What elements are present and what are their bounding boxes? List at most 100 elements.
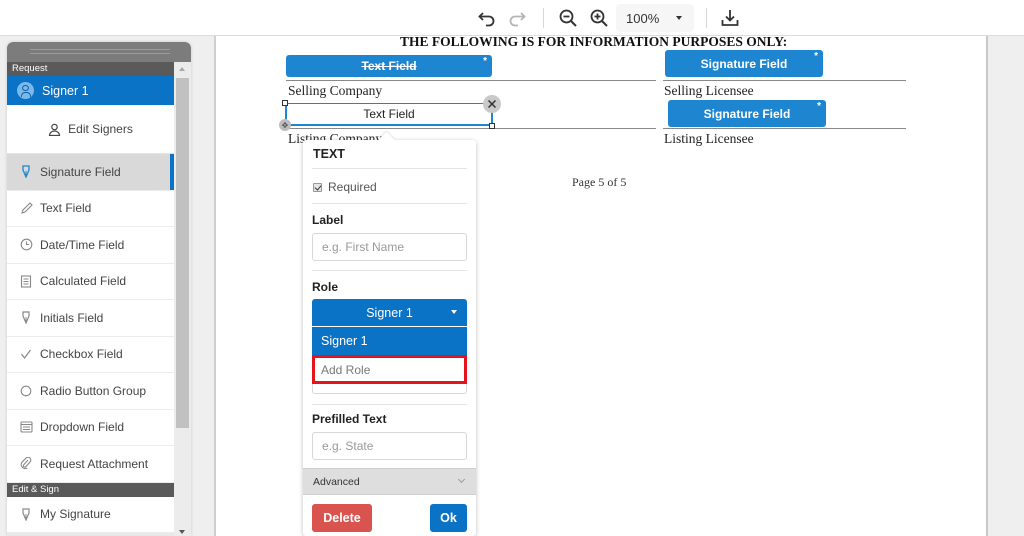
check-icon: [19, 347, 33, 361]
role-option-add-role[interactable]: Add Role: [312, 355, 467, 384]
move-icon: ✥: [281, 120, 289, 130]
sidebar: Request Signer 1 Edit Signers Signature …: [7, 42, 191, 536]
signature-field-placeholder[interactable]: Signature Field *: [665, 50, 823, 77]
sidebar-item-checkbox-field[interactable]: Checkbox Field: [7, 336, 174, 373]
download-button[interactable]: [718, 6, 742, 30]
selected-text-field[interactable]: Text Field: [285, 103, 493, 126]
zoom-in-icon: [590, 9, 608, 27]
listing-licensee-label: Listing Licensee: [664, 131, 754, 146]
required-mark: *: [817, 101, 821, 112]
page-indicator: Page 5 of 5: [572, 175, 627, 189]
signature-field-label: Signature Field: [700, 56, 788, 71]
required-mark: *: [814, 51, 818, 62]
signer-selector[interactable]: Signer 1: [7, 76, 174, 105]
role-select[interactable]: Signer 1: [312, 299, 467, 326]
zoom-in-button[interactable]: [587, 6, 611, 30]
sidebar-item-date-time-field[interactable]: Date/Time Field: [7, 227, 174, 264]
divider: [312, 270, 467, 271]
sidebar-item-label: Text Field: [40, 201, 92, 216]
pen-nib-icon: [19, 507, 33, 521]
toolbar-divider: [543, 8, 544, 28]
sidebar-item-calculated-field[interactable]: Calculated Field: [7, 263, 174, 300]
selected-text-field-label: Text Field: [363, 107, 415, 121]
resize-handle-bottom-right[interactable]: [489, 123, 495, 129]
zoom-out-icon: [559, 9, 577, 27]
edit-signers-label: Edit Signers: [68, 122, 133, 136]
sidebar-item-initials-field[interactable]: Initials Field: [7, 300, 174, 337]
selling-company-label: Selling Company: [288, 83, 383, 98]
required-checkbox[interactable]: Required: [313, 180, 377, 194]
role-selected-value: Signer 1: [366, 305, 413, 320]
sidebar-item-label: Checkbox Field: [40, 347, 123, 362]
undo-icon: [478, 12, 495, 27]
section-edit-sign: Edit & Sign: [7, 482, 174, 497]
delete-button[interactable]: Delete: [312, 504, 372, 532]
document-heading: THE FOLLOWING IS FOR INFORMATION PURPOSE…: [400, 34, 788, 49]
advanced-label: Advanced: [313, 475, 360, 488]
sidebar-item-label: Calculated Field: [40, 274, 127, 289]
prefilled-heading: Prefilled Text: [312, 412, 387, 426]
radio-icon: [19, 384, 33, 398]
field-properties-popover: TEXT Required Label e.g. First Name Role…: [303, 131, 476, 536]
role-dropdown-underlay: [312, 384, 467, 394]
sidebar-item-label: Initials Field: [40, 310, 104, 325]
sidebar-item-radio-button-group[interactable]: Radio Button Group: [7, 373, 174, 410]
sidebar-drag-handle[interactable]: [7, 42, 191, 62]
signature-field-label: Signature Field: [703, 106, 791, 121]
sidebar-item-label: Signature Field: [40, 164, 121, 179]
signature-line: [663, 128, 906, 129]
user-avatar-icon: [17, 82, 34, 99]
chevron-down-icon: [451, 310, 457, 314]
remove-field-button[interactable]: [483, 95, 501, 113]
prefilled-text-input[interactable]: e.g. State: [312, 432, 467, 460]
section-request: Request: [7, 62, 174, 76]
download-icon: [721, 10, 739, 26]
resize-handle-top-left[interactable]: [282, 100, 288, 106]
signature-field-placeholder[interactable]: Signature Field *: [668, 100, 826, 127]
toolbar: 100%: [0, 0, 1024, 36]
chevron-down-icon: [676, 16, 682, 20]
scrollbar-thumb[interactable]: [176, 78, 189, 428]
required-mark: *: [483, 56, 487, 67]
calculator-icon: [19, 274, 33, 288]
user-icon: [49, 123, 61, 136]
selling-licensee-label: Selling Licensee: [664, 83, 754, 98]
zoom-level-value: 100%: [626, 10, 660, 26]
pen-nib-icon: [19, 165, 33, 179]
sidebar-scrollbar[interactable]: [174, 62, 191, 536]
move-handle[interactable]: ✥: [279, 119, 291, 131]
sidebar-item-my-signature[interactable]: My Signature: [7, 496, 174, 533]
sidebar-item-label: Dropdown Field: [40, 420, 125, 435]
close-icon: [487, 99, 497, 109]
redo-button[interactable]: [505, 6, 529, 30]
signer-name: Signer 1: [42, 83, 89, 98]
undo-button[interactable]: [475, 6, 499, 30]
scroll-up-arrow-icon[interactable]: [179, 67, 185, 71]
popover-title: TEXT: [313, 147, 345, 161]
required-label: Required: [328, 180, 377, 194]
zoom-out-button[interactable]: [556, 6, 580, 30]
sidebar-item-dropdown-field[interactable]: Dropdown Field: [7, 409, 174, 446]
checkbox-checked-icon: [313, 182, 322, 192]
role-option-signer-1[interactable]: Signer 1: [312, 327, 467, 355]
label-input[interactable]: e.g. First Name: [312, 233, 467, 261]
divider: [312, 203, 467, 204]
sidebar-item-label: Date/Time Field: [40, 237, 125, 252]
text-field-placeholder[interactable]: Text Field *: [286, 55, 492, 77]
sidebar-item-request-attachment[interactable]: Request Attachment: [7, 446, 174, 483]
ok-button[interactable]: Ok: [430, 504, 467, 532]
sidebar-item-label: Radio Button Group: [40, 383, 147, 398]
signature-line: [286, 128, 656, 129]
scroll-down-arrow-icon[interactable]: [179, 530, 185, 534]
pencil-icon: [19, 201, 33, 215]
edit-signers-button[interactable]: Edit Signers: [7, 105, 174, 154]
redo-icon: [509, 12, 526, 27]
sidebar-item-text-field[interactable]: Text Field: [7, 190, 174, 227]
zoom-level-select[interactable]: 100%: [616, 4, 694, 32]
sidebar-item-signature-field[interactable]: Signature Field: [7, 154, 174, 191]
advanced-toggle[interactable]: Advanced: [303, 468, 476, 495]
pen-nib-icon: [19, 311, 33, 325]
signature-line: [286, 80, 656, 81]
text-field-label: Text Field: [361, 59, 417, 73]
divider: [312, 168, 467, 169]
